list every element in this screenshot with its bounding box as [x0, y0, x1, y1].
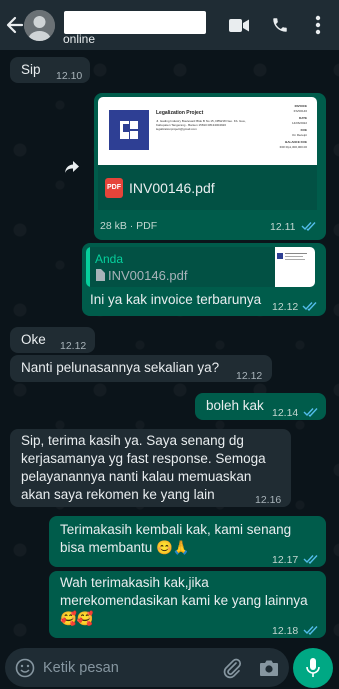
chat-header: online	[0, 0, 339, 50]
preview-date-label: DATE	[299, 116, 307, 120]
message-time: 12.18	[272, 625, 299, 637]
message-time: 12.16	[255, 494, 282, 506]
preview-address: Jl. Gading Industry Boulevard Blok B No …	[156, 119, 246, 131]
back-arrow-icon[interactable]	[6, 14, 24, 36]
phone-call-icon[interactable]	[271, 16, 289, 34]
preview-company: Legalization Project	[156, 110, 204, 116]
incoming-message[interactable]: Oke 12.12	[10, 327, 95, 353]
outgoing-message[interactable]: Wah terimakasih kak,jika merekomendasika…	[49, 571, 326, 638]
contact-avatar[interactable]	[24, 10, 55, 41]
outgoing-document-message[interactable]: Legalization Project Jl. Gading Industry…	[94, 93, 326, 240]
message-time: 12.12	[60, 340, 87, 352]
emoji-icon[interactable]	[15, 658, 35, 678]
read-ticks-icon	[303, 555, 318, 564]
more-options-icon[interactable]	[315, 15, 321, 35]
message-text: Oke	[21, 332, 46, 347]
message-text: boleh kak	[206, 398, 264, 413]
quote-author: Anda	[95, 252, 124, 266]
document-icon	[96, 269, 105, 281]
document-file-name: INV00146.pdf	[129, 180, 215, 196]
company-logo	[109, 110, 149, 150]
read-ticks-icon	[301, 222, 316, 231]
message-time: 12.11	[270, 221, 296, 233]
outgoing-reply-message[interactable]: Anda INV00146.pdf Ini ya kak invoice ter…	[82, 243, 326, 316]
attach-icon[interactable]	[222, 657, 242, 679]
message-text: Wah terimakasih kak,jika merekomendasika…	[60, 575, 308, 626]
message-text: Terimakasih kembali kak, kami senang bis…	[60, 522, 292, 555]
message-time: 12.10	[56, 70, 83, 82]
message-input[interactable]: Ketik pesan	[43, 660, 119, 676]
message-text: Ini ya kak invoice terbarunya	[90, 292, 262, 307]
quoted-message[interactable]: Anda INV00146.pdf	[86, 247, 315, 287]
outgoing-message[interactable]: boleh kak 12.14	[195, 393, 326, 420]
default-avatar-icon	[24, 10, 55, 41]
incoming-message[interactable]: Sip, terima kasih ya. Saya senang dg ker…	[10, 429, 291, 507]
camera-icon[interactable]	[259, 659, 279, 677]
outgoing-message[interactable]: Terimakasih kembali kak, kami senang bis…	[49, 516, 326, 567]
forward-icon	[65, 161, 79, 173]
read-ticks-icon	[303, 408, 318, 417]
quote-document-thumbnail	[275, 247, 315, 287]
logo-mark-icon	[120, 121, 138, 139]
pdf-file-icon: PDF	[105, 178, 123, 198]
document-preview-thumbnail[interactable]: Legalization Project Jl. Gading Industry…	[98, 97, 317, 165]
quote-text: INV00146.pdf	[108, 268, 188, 283]
message-time: 12.14	[272, 407, 299, 419]
preview-due-label: DUE	[300, 128, 307, 132]
quote-accent-bar	[86, 247, 90, 287]
preview-balance-label: BALANCE DUE	[285, 140, 307, 144]
document-file-row[interactable]: PDF INV00146.pdf	[98, 165, 317, 210]
preview-invoice-no: INV00146	[293, 109, 307, 113]
contact-name-redacted[interactable]	[64, 11, 206, 34]
message-time: 12.17	[272, 554, 299, 566]
voice-record-button[interactable]	[293, 648, 333, 688]
preview-invoice-label: INVOICE	[294, 104, 307, 108]
incoming-message[interactable]: Sip 12.10	[10, 57, 90, 83]
message-text: Nanti pelunasannya sekalian ya?	[21, 360, 220, 375]
incoming-message[interactable]: Nanti pelunasannya sekalian ya? 12.12	[10, 355, 272, 382]
mic-icon	[306, 658, 320, 677]
preview-balance: IDR Rp1,300,000.00	[279, 145, 307, 149]
message-composer[interactable]: Ketik pesan	[5, 648, 289, 687]
message-time: 12.12	[272, 301, 299, 313]
read-ticks-icon	[302, 302, 317, 311]
message-time: 12.12	[236, 370, 263, 382]
read-ticks-icon	[303, 626, 318, 635]
preview-due: On Receipt	[291, 133, 307, 137]
message-text: Sip	[21, 62, 41, 77]
forward-button[interactable]	[60, 155, 84, 179]
document-file-meta: 28 kB · PDF	[100, 220, 158, 232]
contact-status: online	[63, 32, 96, 46]
video-call-icon[interactable]	[229, 18, 249, 33]
preview-date: 14/06/2022	[291, 121, 307, 125]
message-text: Sip, terima kasih ya. Saya senang dg ker…	[21, 433, 266, 502]
